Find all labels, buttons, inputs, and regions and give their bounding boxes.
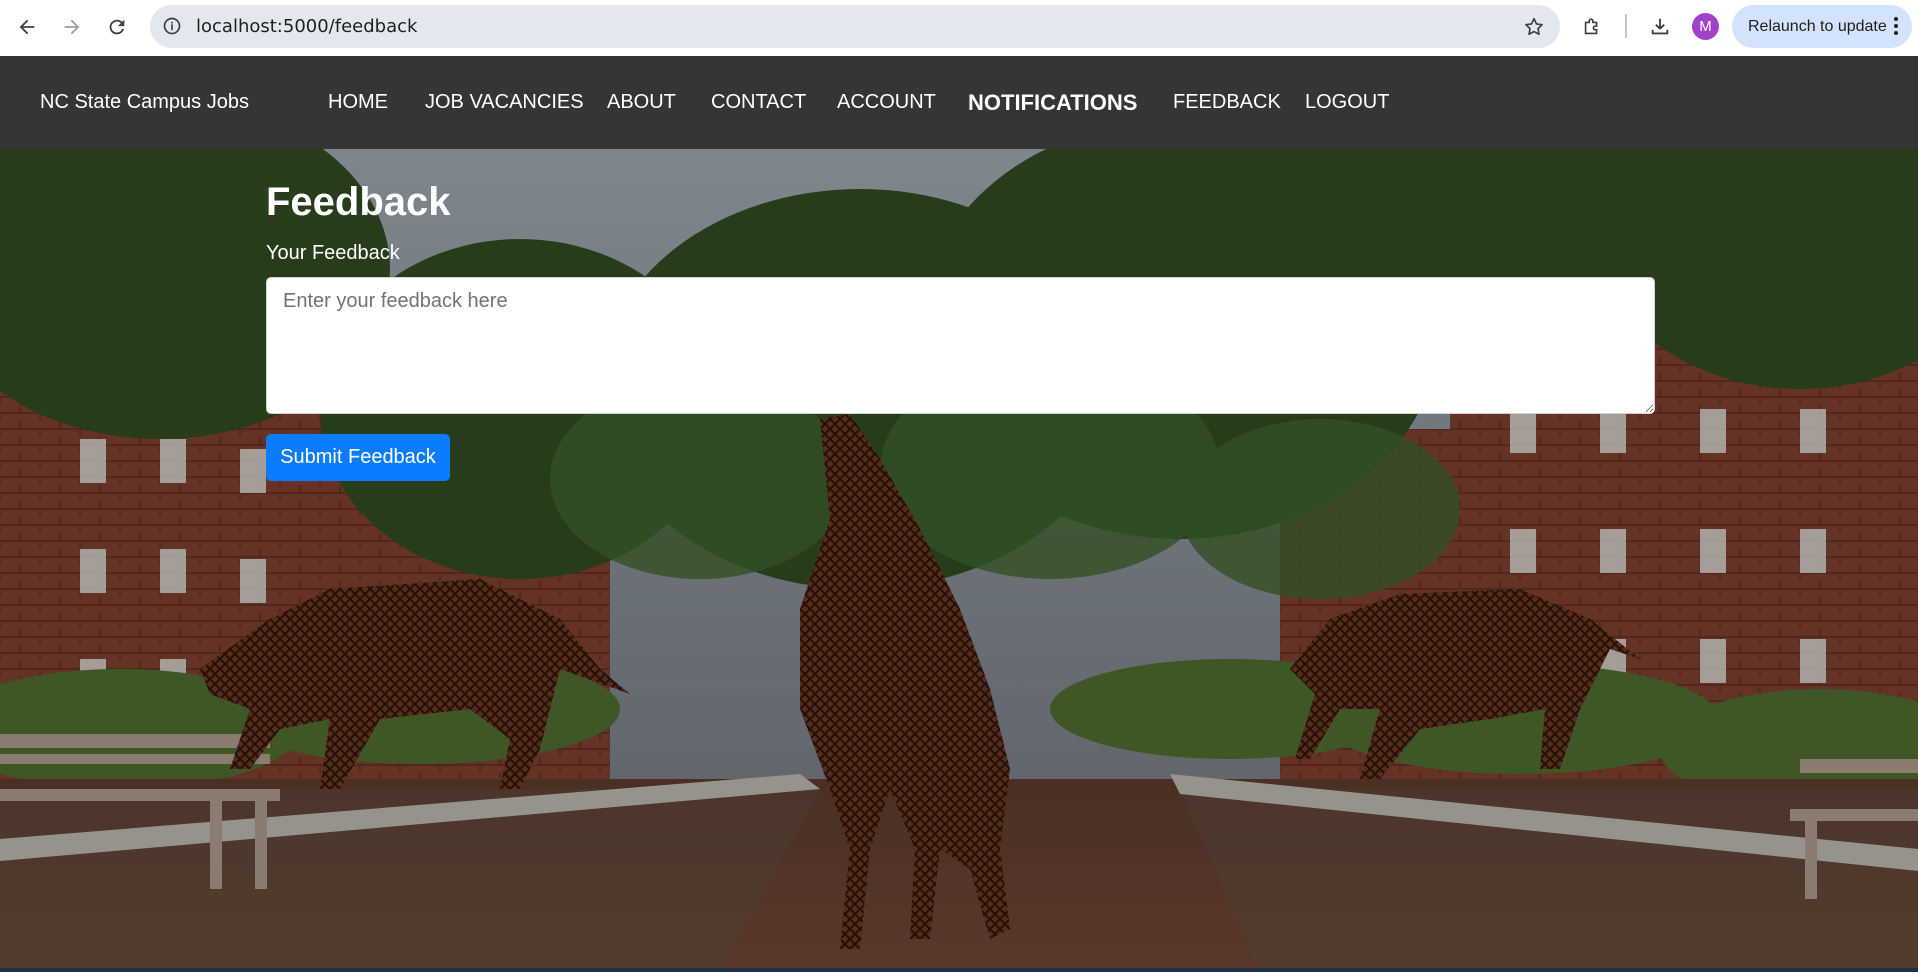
- back-icon[interactable]: [10, 10, 44, 44]
- page-title: Feedback: [266, 180, 451, 224]
- reload-icon[interactable]: [100, 10, 134, 44]
- nav-job-vacancies[interactable]: JOB VACANCIES: [425, 56, 584, 149]
- relaunch-label: Relaunch to update: [1748, 17, 1887, 35]
- site-info-icon[interactable]: [160, 14, 184, 38]
- nav-feedback[interactable]: FEEDBACK: [1173, 56, 1281, 149]
- nav-logout[interactable]: LOGOUT: [1305, 56, 1389, 149]
- brand-link[interactable]: NC State Campus Jobs: [40, 56, 249, 149]
- download-icon[interactable]: [1643, 10, 1677, 44]
- address-bar[interactable]: localhost:5000/feedback: [150, 5, 1560, 48]
- feedback-label: Your Feedback: [266, 242, 400, 264]
- url-text[interactable]: localhost:5000/feedback: [196, 5, 417, 48]
- bookmark-star-icon[interactable]: [1522, 15, 1546, 39]
- profile-avatar[interactable]: M: [1692, 13, 1719, 40]
- nav-account[interactable]: ACCOUNT: [837, 56, 936, 149]
- nav-home[interactable]: HOME: [328, 56, 388, 149]
- nav-about[interactable]: ABOUT: [607, 56, 676, 149]
- site-navbar: NC State Campus Jobs HOME JOB VACANCIES …: [0, 56, 1918, 149]
- nav-contact[interactable]: CONTACT: [711, 56, 806, 149]
- hero-dim-overlay: [0, 149, 1918, 972]
- submit-feedback-button[interactable]: Submit Feedback: [266, 434, 450, 481]
- toolbar-divider: [1625, 14, 1627, 38]
- relaunch-button[interactable]: Relaunch to update: [1732, 5, 1912, 48]
- extensions-icon[interactable]: [1575, 10, 1609, 44]
- nav-notifications[interactable]: NOTIFICATIONS: [968, 56, 1137, 149]
- feedback-textarea[interactable]: [266, 277, 1655, 414]
- hero-background: [0, 149, 1918, 972]
- browser-toolbar: localhost:5000/feedback M Relaunch to up…: [0, 0, 1918, 56]
- page-bottom-strip: [0, 968, 1918, 972]
- forward-icon[interactable]: [55, 10, 89, 44]
- more-menu-icon[interactable]: [1892, 15, 1900, 37]
